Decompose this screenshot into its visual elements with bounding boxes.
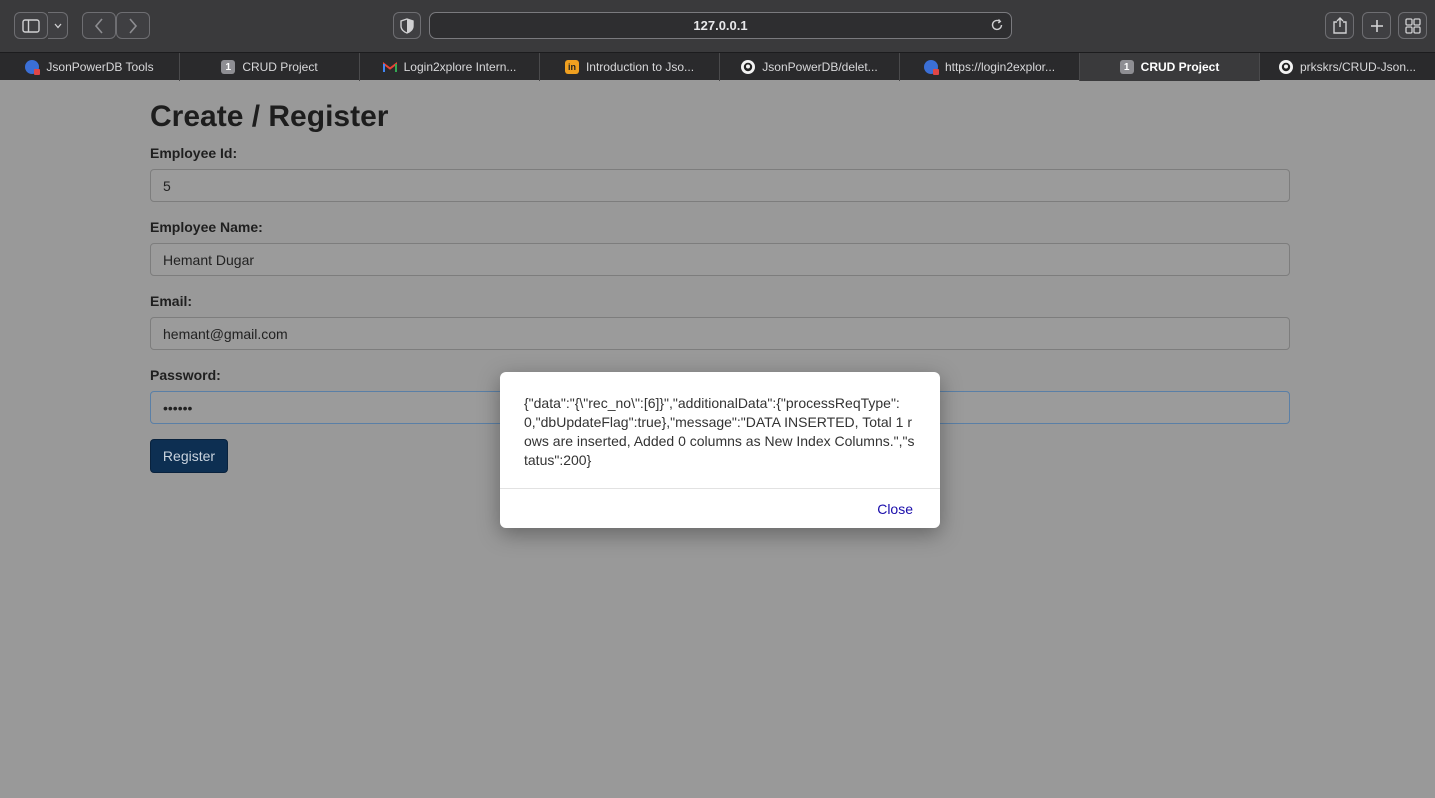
- share-icon: [1332, 17, 1347, 34]
- chevron-down-icon: [54, 23, 61, 28]
- forward-button[interactable]: [116, 12, 150, 39]
- tab-crud-project[interactable]: 1 CRUD Project: [180, 53, 360, 81]
- tab-label: CRUD Project: [242, 60, 318, 74]
- tab-group-dropdown-button[interactable]: [48, 12, 68, 39]
- number-1-icon: 1: [221, 60, 236, 74]
- sidebar-toggle-button[interactable]: [14, 12, 48, 39]
- share-button[interactable]: [1325, 12, 1354, 39]
- tab-label: Login2xplore Intern...: [403, 60, 517, 74]
- jpdb-icon: [25, 60, 41, 75]
- employee-id-input[interactable]: 5: [150, 169, 1290, 202]
- close-button[interactable]: Close: [877, 501, 913, 517]
- password-value: ••••••: [163, 399, 193, 416]
- jpdb-icon: [923, 60, 939, 75]
- tab-prkskrs-crud-json[interactable]: prkskrs/CRUD-Json...: [1260, 53, 1435, 81]
- tab-label: https://login2explor...: [944, 60, 1056, 74]
- back-button[interactable]: [82, 12, 116, 39]
- reload-icon[interactable]: [990, 18, 1004, 32]
- grid-icon: [1404, 17, 1421, 34]
- alert-message: {"data":"{\"rec_no\":[6]}","additionalDa…: [524, 395, 915, 468]
- tab-bar: JsonPowerDB Tools 1 CRUD Project Login2x…: [0, 52, 1435, 81]
- chevron-right-icon: [129, 17, 138, 34]
- employee-name-value: Hemant Dugar: [163, 251, 255, 268]
- browser-toolbar: 127.0.0.1: [0, 0, 1435, 52]
- tab-label: CRUD Project: [1140, 60, 1220, 74]
- email-label: Email:: [150, 293, 193, 309]
- tab-jsonpowerdb-delete[interactable]: JsonPowerDB/delet...: [720, 53, 900, 81]
- tab-introduction-to-json[interactable]: in Introduction to Jso...: [540, 53, 720, 81]
- gmail-icon: [382, 60, 397, 74]
- sidebar-icon: [22, 18, 40, 33]
- address-bar[interactable]: 127.0.0.1: [429, 12, 1012, 39]
- tab-jsonpowerdb-tools[interactable]: JsonPowerDB Tools: [0, 53, 180, 81]
- tab-login2explore-url[interactable]: https://login2explor...: [900, 53, 1080, 81]
- alert-dialog: {"data":"{\"rec_no\":[6]}","additionalDa…: [500, 372, 940, 528]
- employee-name-label: Employee Name:: [150, 219, 263, 235]
- new-tab-button[interactable]: [1362, 12, 1391, 39]
- tab-label: JsonPowerDB Tools: [46, 60, 154, 74]
- email-value: hemant@gmail.com: [163, 325, 288, 342]
- employee-name-input[interactable]: Hemant Dugar: [150, 243, 1290, 276]
- privacy-shield-button[interactable]: [393, 12, 421, 39]
- tab-overview-button[interactable]: [1398, 12, 1427, 39]
- number-1-icon: 1: [1119, 60, 1134, 74]
- email-input[interactable]: hemant@gmail.com: [150, 317, 1290, 350]
- tab-label: Introduction to Jso...: [585, 60, 695, 74]
- plus-icon: [1370, 19, 1383, 32]
- github-icon: [741, 60, 756, 74]
- shield-icon: [400, 17, 414, 34]
- tab-label: prkskrs/CRUD-Json...: [1299, 60, 1416, 74]
- page-title: Create / Register: [150, 100, 389, 133]
- tab-crud-project-active[interactable]: 1 CRUD Project: [1080, 53, 1260, 81]
- alert-footer: Close: [500, 488, 940, 528]
- tab-label: JsonPowerDB/delet...: [762, 60, 878, 74]
- password-label: Password:: [150, 367, 221, 383]
- employee-id-value: 5: [163, 177, 171, 194]
- github-icon: [1278, 60, 1293, 74]
- employee-id-label: Employee Id:: [150, 145, 238, 161]
- tab-login2xplore-intern[interactable]: Login2xplore Intern...: [360, 53, 540, 81]
- register-button[interactable]: Register: [150, 439, 228, 473]
- address-text: 127.0.0.1: [693, 18, 748, 33]
- in-icon: in: [564, 60, 579, 74]
- chevron-left-icon: [94, 17, 103, 34]
